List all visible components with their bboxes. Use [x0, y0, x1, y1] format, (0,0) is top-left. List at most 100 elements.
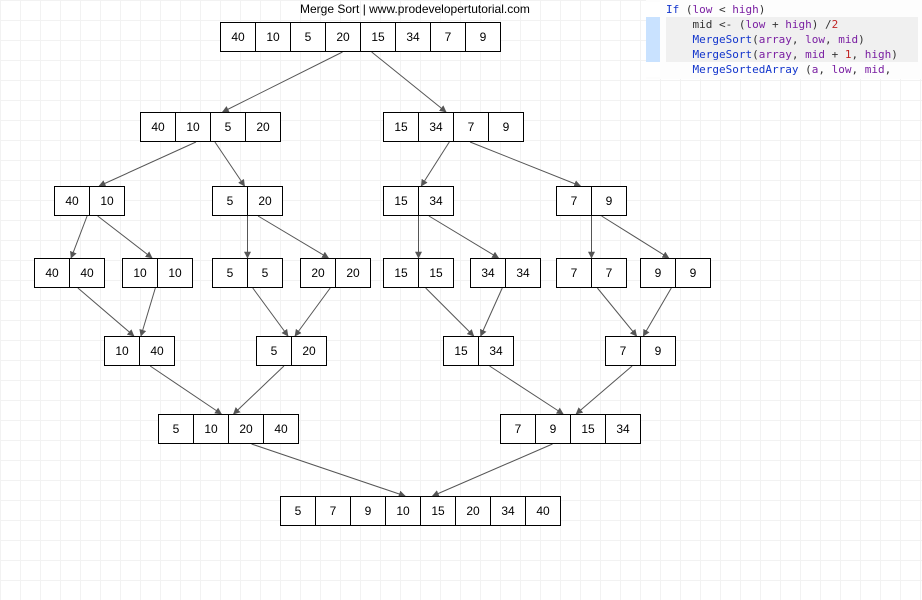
- code-gutter: [646, 2, 660, 17]
- edge-arrow: [141, 288, 155, 336]
- array-cell: 5: [290, 22, 326, 52]
- code-gutter: [646, 17, 660, 32]
- array-node: 520: [256, 336, 327, 366]
- array-cell: 5: [212, 258, 248, 288]
- array-cell: 34: [490, 496, 526, 526]
- array-cell: 15: [570, 414, 606, 444]
- code-line: mid <- (low + high) /2: [646, 17, 918, 32]
- array-cell: 5: [280, 496, 316, 526]
- edge-arrow: [223, 52, 343, 112]
- edge-arrow: [481, 288, 503, 336]
- array-cell: 20: [455, 496, 491, 526]
- code-text: MergeSort(array, low, mid): [666, 32, 918, 47]
- edge-arrow: [597, 288, 636, 336]
- array-cell: 40: [220, 22, 256, 52]
- edge-arrow: [78, 288, 134, 336]
- edge-arrow: [470, 142, 580, 186]
- array-cell: 20: [291, 336, 327, 366]
- code-text: MergeSort(array, mid + 1, high): [666, 47, 918, 62]
- array-node: 1534: [443, 336, 514, 366]
- array-cell: 40: [139, 336, 175, 366]
- array-node: 4010: [54, 186, 125, 216]
- code-line: MergeSortedArray (a, low, mid,: [646, 62, 918, 77]
- array-cell: 34: [478, 336, 514, 366]
- edge-arrow: [421, 142, 449, 186]
- array-cell: 7: [605, 336, 641, 366]
- array-cell: 20: [325, 22, 361, 52]
- array-node: 153479: [383, 112, 524, 142]
- array-cell: 20: [247, 186, 283, 216]
- array-cell: 9: [675, 258, 711, 288]
- array-node: 79: [605, 336, 676, 366]
- array-cell: 10: [193, 414, 229, 444]
- array-cell: 7: [500, 414, 536, 444]
- array-node: 5102040: [158, 414, 299, 444]
- array-cell: 20: [228, 414, 264, 444]
- array-cell: 9: [535, 414, 571, 444]
- array-cell: 5: [158, 414, 194, 444]
- array-node: 1040: [104, 336, 175, 366]
- array-cell: 15: [443, 336, 479, 366]
- edge-arrow: [433, 444, 553, 496]
- array-cell: 5: [210, 112, 246, 142]
- array-cell: 34: [418, 186, 454, 216]
- array-node: 79: [556, 186, 627, 216]
- code-gutter: [646, 47, 660, 62]
- array-cell: 7: [556, 258, 592, 288]
- array-cell: 7: [556, 186, 592, 216]
- array-cell: 34: [505, 258, 541, 288]
- array-cell: 9: [640, 258, 676, 288]
- code-text: MergeSortedArray (a, low, mid,: [666, 62, 918, 77]
- array-cell: 7: [315, 496, 351, 526]
- array-node: 520: [212, 186, 283, 216]
- array-cell: 15: [383, 258, 419, 288]
- array-node: 4010520153479: [220, 22, 501, 52]
- diagram-title: Merge Sort | www.prodevelopertutorial.co…: [300, 2, 530, 16]
- array-cell: 34: [418, 112, 454, 142]
- edge-arrow: [98, 216, 152, 258]
- array-node: 1515: [383, 258, 454, 288]
- edge-arrow: [643, 288, 671, 336]
- array-cell: 7: [453, 112, 489, 142]
- code-gutter: [646, 62, 660, 77]
- array-node: 1534: [383, 186, 454, 216]
- edge-arrow: [150, 366, 221, 414]
- array-cell: 10: [175, 112, 211, 142]
- array-cell: 34: [605, 414, 641, 444]
- edge-arrow: [576, 366, 632, 414]
- array-cell: 34: [470, 258, 506, 288]
- array-cell: 9: [350, 496, 386, 526]
- array-cell: 9: [465, 22, 501, 52]
- edge-arrow: [602, 216, 669, 258]
- array-cell: 40: [140, 112, 176, 142]
- array-cell: 9: [488, 112, 524, 142]
- array-node: 2020: [300, 258, 371, 288]
- array-cell: 15: [383, 112, 419, 142]
- array-cell: 10: [122, 258, 158, 288]
- array-cell: 20: [335, 258, 371, 288]
- array-cell: 40: [69, 258, 105, 288]
- array-cell: 10: [157, 258, 193, 288]
- array-cell: 40: [263, 414, 299, 444]
- array-cell: 5: [247, 258, 283, 288]
- code-line: If (low < high): [646, 2, 918, 17]
- array-cell: 5: [256, 336, 292, 366]
- array-cell: 10: [255, 22, 291, 52]
- array-cell: 40: [525, 496, 561, 526]
- array-node: 99: [640, 258, 711, 288]
- array-cell: 20: [300, 258, 336, 288]
- array-cell: 5: [212, 186, 248, 216]
- array-cell: 10: [385, 496, 421, 526]
- edge-arrow: [429, 216, 499, 258]
- edge-arrow: [490, 366, 564, 414]
- array-cell: 15: [418, 258, 454, 288]
- array-cell: 9: [640, 336, 676, 366]
- edge-arrow: [253, 288, 288, 336]
- edge-arrow: [295, 288, 330, 336]
- edge-arrow: [372, 52, 446, 112]
- array-cell: 15: [360, 22, 396, 52]
- edge-arrow: [215, 142, 245, 186]
- array-cell: 20: [245, 112, 281, 142]
- array-node: 3434: [470, 258, 541, 288]
- edge-arrow: [258, 216, 328, 258]
